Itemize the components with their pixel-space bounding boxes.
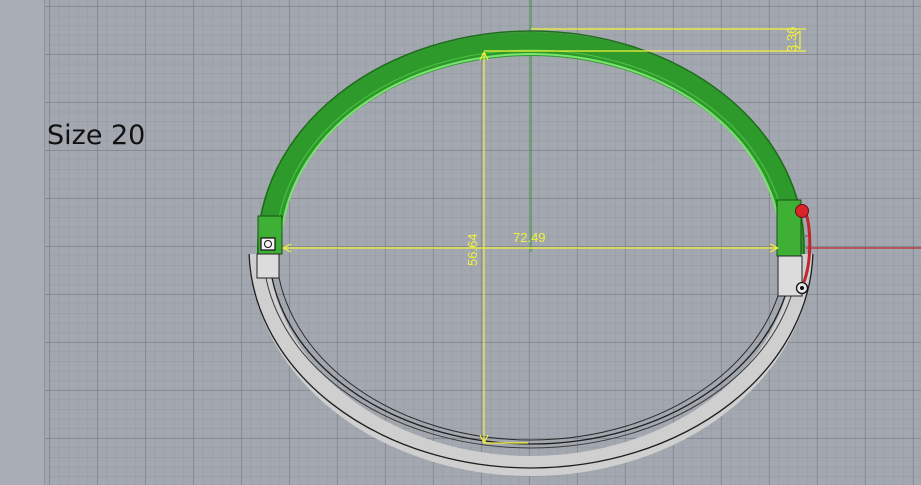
left-hinge[interactable] xyxy=(256,215,283,279)
dimension-width-value: 72.49 xyxy=(513,230,546,245)
bangle-drawing[interactable]: 3.36 72.49 56.64 xyxy=(0,0,921,485)
dimension-thickness-value: 3.36 xyxy=(784,27,799,52)
dimension-height-value: 56.64 xyxy=(465,233,480,266)
